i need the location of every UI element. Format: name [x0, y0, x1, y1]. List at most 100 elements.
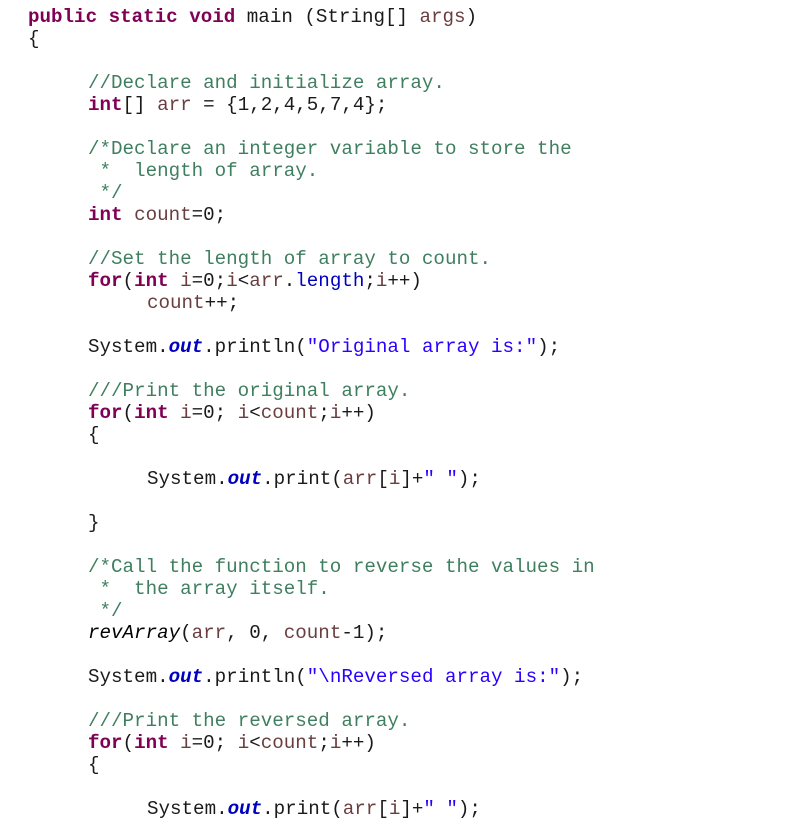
code-text-token: ++) — [341, 402, 376, 424]
code-text-token: ++; — [204, 292, 240, 314]
code-line: */ — [0, 600, 800, 622]
code-text-token: = {1,2,4,5,7,4}; — [191, 94, 388, 116]
code-text-token: < — [249, 402, 261, 424]
local-variable-token: i — [226, 270, 238, 292]
code-text-token: ; — [318, 732, 330, 754]
code-text-token: ++) — [387, 270, 422, 292]
local-variable-token: count — [283, 622, 342, 644]
local-variable-token: i — [237, 732, 250, 754]
local-variable-token: i — [388, 468, 401, 490]
keyword-token: for — [88, 732, 123, 754]
code-text-token: ( — [122, 402, 135, 424]
code-text-token: { — [28, 28, 40, 50]
code-text-token: < — [249, 732, 261, 754]
comment-token: ///Print the reversed array. — [88, 710, 411, 732]
local-variable-token: count — [134, 204, 192, 226]
code-line: } — [0, 512, 800, 534]
local-variable-token: arr — [157, 94, 192, 116]
code-text-token: [ — [377, 798, 389, 820]
static-field-token: out — [227, 798, 263, 820]
string-literal-token: " " — [423, 798, 458, 820]
code-line: * length of array. — [0, 160, 800, 182]
keyword-token: void — [189, 6, 236, 28]
code-line: ///Print the reversed array. — [0, 710, 800, 732]
code-line: { — [0, 424, 800, 446]
local-variable-token: arr — [191, 622, 227, 644]
code-text-token: [ — [377, 468, 389, 490]
local-variable-token: arr — [342, 468, 378, 490]
local-variable-token: count — [147, 292, 205, 314]
code-text-token: System. — [147, 798, 228, 820]
local-variable-token: i — [180, 270, 192, 292]
comment-token: * the array itself. — [88, 578, 330, 600]
blank-code-line — [0, 226, 800, 248]
blank-code-line — [0, 358, 800, 380]
local-variable-token: i — [329, 732, 342, 754]
string-literal-token: " " — [423, 468, 458, 490]
blank-code-line — [0, 644, 800, 666]
code-line: ///Print the original array. — [0, 380, 800, 402]
code-line: //Declare and initialize array. — [0, 72, 800, 94]
code-line: System.out.print(arr[i]+" "); — [0, 468, 800, 490]
code-line: { — [0, 754, 800, 776]
code-text-token: -1); — [341, 622, 388, 644]
code-line: { — [0, 28, 800, 50]
comment-token: //Set the length of array to count. — [88, 248, 492, 270]
local-variable-token: i — [388, 798, 401, 820]
code-text-token: .print( — [262, 468, 343, 490]
static-field-token: out — [227, 468, 263, 490]
code-text-token: < — [237, 270, 250, 292]
comment-token: ///Print the original array. — [88, 380, 411, 402]
code-text-token: ( — [180, 622, 192, 644]
code-text-token: . — [283, 270, 296, 292]
local-variable-token: arr — [342, 798, 378, 820]
local-variable-token: i — [180, 732, 192, 754]
static-method-token: revArray — [88, 622, 181, 644]
blank-code-line — [0, 534, 800, 556]
code-text-token: ]+ — [400, 468, 424, 490]
blank-code-line — [0, 688, 800, 710]
code-line: //Set the length of array to count. — [0, 248, 800, 270]
comment-token: */ — [88, 600, 123, 622]
code-text-token: main (String[] — [235, 6, 420, 28]
code-line: count++; — [0, 292, 800, 314]
code-line: for(int i=0; i<count;i++) — [0, 732, 800, 754]
code-text-token: System. — [147, 468, 228, 490]
code-text-token: ++) — [341, 732, 376, 754]
comment-token: * length of array. — [88, 160, 319, 182]
keyword-token: for — [88, 270, 123, 292]
code-text-token: [] — [122, 94, 158, 116]
code-text-token: =0; — [191, 204, 227, 226]
code-text-token: ); — [537, 336, 561, 358]
code-text-token: ); — [560, 666, 584, 688]
keyword-token: int — [88, 204, 123, 226]
code-line: for(int i=0; i<count;i++) — [0, 402, 800, 424]
field-token: length — [295, 270, 365, 292]
comment-token: //Declare and initialize array. — [88, 72, 445, 94]
local-variable-token: arr — [249, 270, 284, 292]
code-text-token: ( — [122, 270, 135, 292]
code-text-token: ; — [364, 270, 376, 292]
keyword-token: int — [134, 732, 169, 754]
local-variable-token: i — [237, 402, 250, 424]
code-line: /*Declare an integer variable to store t… — [0, 138, 800, 160]
code-text-token: System. — [88, 666, 169, 688]
local-variable-token: i — [375, 270, 388, 292]
code-text-token: .print( — [262, 798, 343, 820]
local-variable-token: i — [329, 402, 342, 424]
static-field-token: out — [168, 666, 204, 688]
code-text-token: .println( — [203, 336, 307, 358]
code-text-token: ) — [465, 6, 478, 28]
code-line: for(int i=0;i<arr.length;i++) — [0, 270, 800, 292]
code-editor[interactable]: public static void main (String[] args){… — [0, 6, 800, 820]
string-literal-token: "\nReversed array is:" — [306, 666, 561, 688]
code-text-token: , 0, — [226, 622, 284, 644]
blank-code-line — [0, 116, 800, 138]
static-field-token: out — [168, 336, 204, 358]
code-line: System.out.print(arr[i]+" "); — [0, 798, 800, 820]
code-line: /*Call the function to reverse the value… — [0, 556, 800, 578]
keyword-token: int — [88, 94, 123, 116]
